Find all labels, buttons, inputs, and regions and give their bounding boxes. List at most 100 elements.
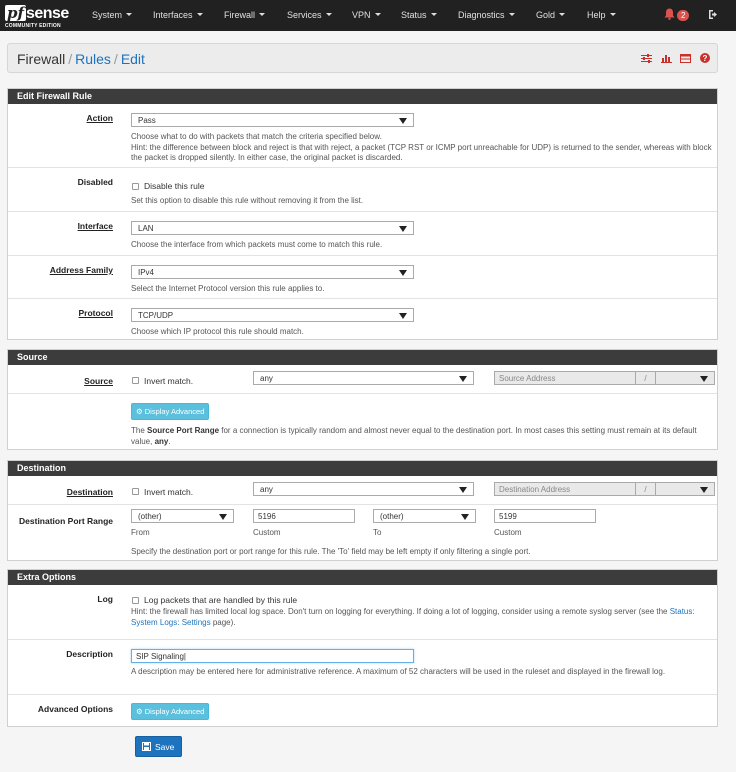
from-caption: From — [131, 528, 150, 537]
destination-port-from-select[interactable]: (other) — [131, 509, 234, 523]
source-slash: / — [635, 371, 656, 385]
logo-pf: pf — [5, 4, 26, 22]
menu-vpn[interactable]: VPN — [352, 10, 381, 20]
menu-diagnostics[interactable]: Diagnostics — [458, 10, 515, 20]
description-label: Description — [66, 649, 113, 659]
address-family-help: Select the Internet Protocol version thi… — [131, 284, 325, 293]
breadcrumb: Firewall / Rules / Edit — [17, 51, 145, 67]
interface-help: Choose the interface from which packets … — [131, 240, 383, 249]
protocol-row: Protocol TCP/UDP Choose which IP protoco… — [8, 298, 717, 340]
menu-services[interactable]: Services — [287, 10, 332, 20]
caret-down-icon — [508, 13, 515, 16]
edit-rule-panel-title: Edit Firewall Rule — [8, 89, 717, 104]
destination-port-help: Specify the destination port or port ran… — [131, 547, 531, 556]
destination-port-to-custom-input[interactable]: 5199 — [494, 509, 596, 523]
table-icon[interactable] — [680, 53, 692, 65]
caret-down-icon — [559, 13, 566, 16]
description-row: Description SIP Signaling| A description… — [8, 639, 717, 694]
address-family-row: Address Family IPv4 Select the Internet … — [8, 255, 717, 298]
advanced-display-advanced-button[interactable]: ⚙ Display Advanced — [131, 703, 210, 720]
menu-system[interactable]: System — [92, 10, 133, 20]
disabled-help: Set this option to disable this rule wit… — [131, 196, 364, 205]
interface-label: Interface — [77, 221, 113, 231]
log-label: Log — [97, 594, 113, 604]
notifications-bell-icon[interactable] — [664, 8, 675, 22]
disable-rule-checkbox[interactable] — [132, 183, 139, 190]
caret-down-icon — [196, 13, 203, 16]
destination-panel-title: Destination — [8, 461, 717, 476]
protocol-label: Protocol — [78, 308, 113, 318]
menu-firewall[interactable]: Firewall — [224, 10, 266, 20]
disabled-label: Disabled — [77, 177, 113, 187]
breadcrumb-firewall: Firewall — [17, 51, 66, 67]
save-button[interactable]: Save — [135, 736, 183, 757]
source-type-select[interactable]: any — [253, 371, 474, 385]
caret-down-icon — [259, 13, 266, 16]
address-family-select[interactable]: IPv4 — [131, 265, 414, 279]
caret-down-icon — [126, 13, 133, 16]
gear-icon: ⚙ — [136, 707, 143, 716]
destination-mask-select[interactable] — [655, 482, 715, 496]
logo-sense: sense — [25, 5, 69, 22]
destination-port-to-select[interactable]: (other) — [373, 509, 476, 523]
breadcrumb-rules-link[interactable]: Rules — [75, 51, 111, 67]
log-packets-checkbox[interactable] — [132, 597, 139, 604]
disable-rule-checkbox-label: Disable this rule — [144, 181, 205, 191]
destination-row: Destination Invert match. any Destinatio… — [8, 476, 717, 504]
breadcrumb-separator: / — [68, 51, 73, 67]
destination-address-input[interactable]: Destination Address — [494, 482, 636, 496]
destination-slash: / — [635, 482, 656, 496]
source-display-advanced-button[interactable]: ⚙ Display Advanced — [131, 403, 210, 420]
menu-gold[interactable]: Gold — [536, 10, 566, 20]
edit-rule-panel: Edit Firewall Rule Action Pass Choose wh… — [7, 88, 718, 340]
advanced-options-label: Advanced Options — [37, 704, 113, 714]
bar-chart-icon[interactable] — [660, 54, 672, 65]
description-input[interactable]: SIP Signaling| — [131, 649, 414, 663]
source-advanced-row: ⚙ Display Advanced The Source Port Range … — [8, 393, 717, 450]
interface-select[interactable]: LAN — [131, 221, 414, 235]
destination-port-from-custom-input[interactable]: 5196 — [253, 509, 355, 523]
caret-down-icon — [609, 13, 616, 16]
floppy-disk-icon — [142, 742, 151, 753]
help-icon[interactable]: ? — [700, 53, 710, 65]
action-select[interactable]: Pass — [131, 113, 414, 127]
destination-invert-label: Invert match. — [144, 487, 194, 497]
log-help: Hint: the firewall has limited local log… — [131, 607, 695, 627]
source-port-help: The Source Port Range for a connection i… — [131, 426, 697, 446]
protocol-select[interactable]: TCP/UDP — [131, 308, 414, 322]
description-help: A description may be entered here for ad… — [131, 667, 666, 676]
gear-icon: ⚙ — [136, 407, 143, 416]
source-mask-select[interactable] — [655, 371, 715, 385]
source-label: Source — [84, 376, 113, 386]
sliders-icon[interactable] — [641, 53, 653, 65]
pfsense-logo[interactable]: pf sense COMMUNITY EDITION — [5, 4, 69, 29]
logout-icon[interactable] — [708, 9, 720, 22]
menu-help[interactable]: Help — [587, 10, 616, 20]
caret-down-icon — [325, 13, 332, 16]
to-caption: To — [373, 528, 382, 537]
log-row: Log Log packets that are handled by this… — [8, 585, 717, 640]
extra-options-panel-title: Extra Options — [8, 570, 717, 585]
source-address-input[interactable]: Source Address — [494, 371, 636, 385]
source-invert-checkbox[interactable] — [132, 377, 139, 384]
extra-options-panel: Extra Options Log Log packets that are h… — [7, 569, 718, 727]
protocol-help: Choose which IP protocol this rule shoul… — [131, 327, 304, 336]
destination-port-range-label: Destination Port Range — [19, 516, 113, 526]
destination-port-row: Destination Port Range (other) 5196 (oth… — [8, 504, 717, 561]
action-label: Action — [86, 113, 113, 123]
destination-type-select[interactable]: any — [253, 482, 474, 496]
svg-text:?: ? — [703, 54, 708, 63]
destination-invert-checkbox[interactable] — [132, 488, 139, 495]
notification-count-badge[interactable]: 2 — [677, 10, 690, 21]
breadcrumb-edit-link[interactable]: Edit — [121, 51, 145, 67]
disabled-row: Disabled Disable this rule Set this opti… — [8, 167, 717, 209]
action-help: Choose what to do with packets that matc… — [131, 132, 712, 162]
top-navbar: pf sense COMMUNITY EDITION System Interfa… — [0, 0, 736, 31]
logo-edition: COMMUNITY EDITION — [5, 23, 61, 29]
menu-interfaces[interactable]: Interfaces — [153, 10, 203, 20]
breadcrumb-icons: ? — [635, 53, 710, 65]
action-row: Action Pass Choose what to do with packe… — [8, 104, 717, 162]
menu-status[interactable]: Status — [401, 10, 437, 20]
interface-row: Interface LAN Choose the interface from … — [8, 211, 717, 254]
log-packets-checkbox-label: Log packets that are handled by this rul… — [144, 595, 298, 605]
